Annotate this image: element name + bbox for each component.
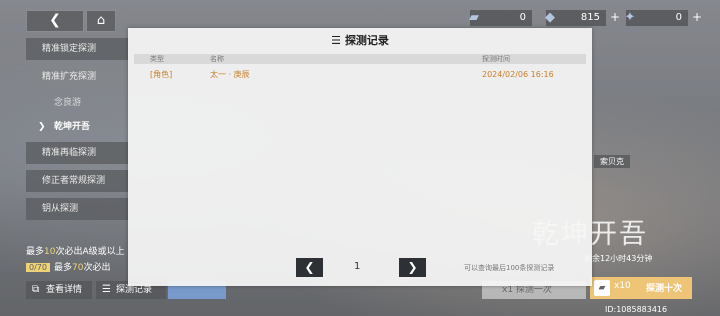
pagination-note: 可以查询最后100条探测记录 [464, 264, 555, 272]
column-type: 类型 [150, 55, 164, 63]
search-list-icon: ☰ [331, 34, 341, 47]
table-row: [角色] 太一 · 庚辰 2024/02/06 16:16 [134, 69, 586, 81]
column-time: 探测时间 [482, 55, 510, 63]
chevron-left-icon: ❮ [304, 260, 315, 274]
records-modal: ☰ 探测记录 类型 名称 探测时间 [角色] 太一 · 庚辰 2024/02/06… [128, 28, 592, 286]
next-page-button[interactable]: ❯ [399, 258, 426, 277]
prev-page-button[interactable]: ❮ [296, 258, 323, 277]
pagination: ❮ 1 ❯ 可以查询最后100条探测记录 [128, 258, 592, 278]
row-time: 2024/02/06 16:16 [482, 70, 554, 79]
page-number: 1 [354, 261, 361, 272]
column-name: 名称 [210, 55, 224, 63]
row-name: 太一 · 庚辰 [210, 70, 250, 79]
chevron-right-icon: ❯ [407, 260, 418, 274]
records-table-header: 类型 名称 探测时间 [134, 54, 586, 64]
row-type: [角色] [150, 70, 173, 79]
modal-title: ☰ 探测记录 [331, 34, 389, 47]
